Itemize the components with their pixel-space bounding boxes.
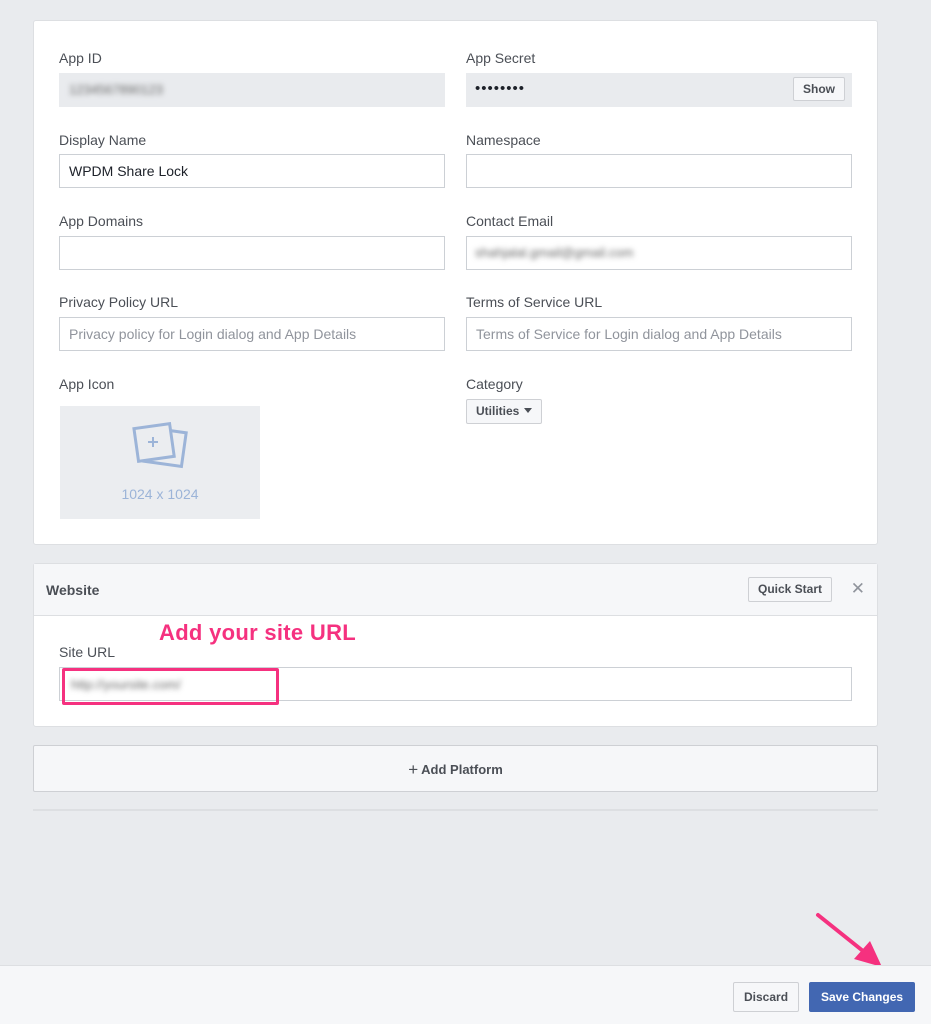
site-url-annotation: Add your site URL bbox=[159, 620, 356, 645]
plus-icon: + bbox=[408, 759, 419, 779]
close-icon[interactable]: ✕ bbox=[851, 579, 865, 599]
footer-bar: Discard Save Changes bbox=[0, 965, 931, 1024]
app-icon-upload[interactable]: 1024 x 1024 bbox=[60, 406, 260, 519]
basic-settings-card: App ID 1234567890123 App Secret ••••••••… bbox=[33, 20, 878, 545]
website-platform-card: Website Quick Start ✕ Add your site URL … bbox=[33, 563, 878, 727]
app-secret-value: •••••••• bbox=[475, 80, 526, 97]
image-add-icon bbox=[132, 421, 190, 477]
app-domains-label: App Domains bbox=[59, 213, 144, 229]
app-icon-size: 1024 x 1024 bbox=[121, 486, 199, 502]
contact-email-label: Contact Email bbox=[466, 213, 554, 229]
contact-email-input[interactable] bbox=[466, 236, 852, 270]
website-card-header: Website Quick Start ✕ bbox=[34, 564, 877, 616]
app-id-field[interactable] bbox=[59, 73, 445, 107]
app-secret-label: App Secret bbox=[466, 50, 536, 66]
privacy-policy-input[interactable] bbox=[59, 317, 445, 351]
website-card-title: Website bbox=[46, 582, 100, 598]
display-name-label: Display Name bbox=[59, 132, 147, 148]
namespace-input[interactable] bbox=[466, 154, 852, 188]
namespace-label: Namespace bbox=[466, 132, 541, 148]
app-id-label: App ID bbox=[59, 50, 102, 66]
display-name-input[interactable] bbox=[59, 154, 445, 188]
terms-of-service-input[interactable] bbox=[466, 317, 852, 351]
category-select[interactable]: Utilities bbox=[466, 399, 543, 424]
show-secret-button[interactable]: Show bbox=[793, 77, 845, 101]
app-domains-input[interactable] bbox=[59, 236, 445, 270]
add-platform-label: Add Platform bbox=[421, 761, 503, 777]
site-url-input[interactable] bbox=[59, 667, 852, 701]
app-icon-label: App Icon bbox=[59, 376, 115, 392]
category-selected: Utilities bbox=[476, 404, 520, 418]
category-label: Category bbox=[466, 376, 523, 392]
quick-start-button[interactable]: Quick Start bbox=[748, 577, 833, 602]
discard-button[interactable]: Discard bbox=[733, 982, 800, 1012]
add-platform-button[interactable]: + Add Platform bbox=[33, 745, 878, 792]
site-url-label: Site URL bbox=[59, 644, 116, 660]
chevron-down-icon bbox=[524, 408, 533, 414]
section-divider bbox=[33, 809, 878, 811]
terms-of-service-label: Terms of Service URL bbox=[466, 294, 603, 310]
privacy-policy-label: Privacy Policy URL bbox=[59, 294, 179, 310]
save-changes-button[interactable]: Save Changes bbox=[809, 982, 916, 1012]
